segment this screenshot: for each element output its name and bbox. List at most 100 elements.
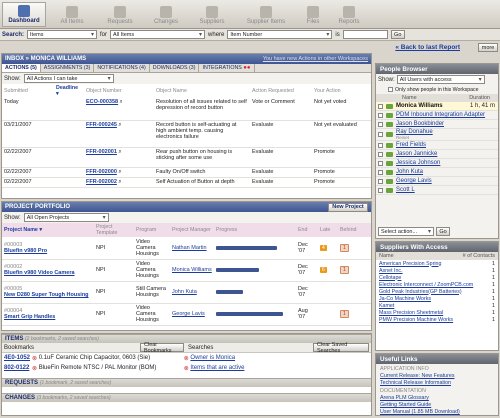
person-name[interactable]: PDM Inbound Integration Adapter	[396, 112, 485, 118]
nav-tab-dashboard[interactable]: Dashboard	[2, 2, 46, 27]
person-name[interactable]: Monica Williams	[396, 103, 443, 109]
tab-downloads[interactable]: DOWNLOADS (3)	[150, 64, 200, 72]
person-checkbox[interactable]	[378, 121, 383, 127]
table-row[interactable]: #00003 Bluefin v980 Pro NPI Video Camera Ho…	[2, 237, 371, 260]
person-name[interactable]: Jessica Johnson	[396, 160, 440, 166]
clear-searches-button[interactable]: Clear Saved Searches	[313, 342, 369, 354]
person-checkbox[interactable]	[378, 132, 383, 137]
list-item[interactable]: Monica Williams 1 h, 41 m	[376, 102, 498, 111]
col-action-requested[interactable]: Action Requested	[250, 84, 312, 98]
nav-tab-files[interactable]: Files	[298, 2, 328, 27]
list-item[interactable]: Gold Peak Industries(GP Batteries) 1	[376, 288, 498, 295]
search-icon[interactable]: ⌕	[118, 179, 121, 185]
search-go-button[interactable]: Go	[390, 30, 405, 39]
nav-tab-requests[interactable]: Requests	[98, 2, 142, 27]
supplier-link[interactable]: American Precision Spring	[379, 261, 492, 267]
table-row[interactable]: 02/22/2007 FFR-002002 ⌕ Self Actuation of …	[2, 177, 371, 188]
list-item[interactable]: Kamet 1	[376, 302, 498, 309]
getting-started-link[interactable]: Getting Started Guide	[380, 402, 494, 409]
col-program[interactable]: Program	[134, 223, 170, 237]
changes-header[interactable]: CHANGES (3 bookmarks, 2 saved searches)	[2, 393, 371, 402]
tab-assignments[interactable]: ASSIGNMENTS (3)	[41, 64, 95, 72]
object-number-link[interactable]: ECO-000358	[86, 99, 118, 105]
person-name[interactable]: Scott L	[396, 187, 415, 193]
nav-tab-reports[interactable]: Reports	[330, 2, 368, 27]
more-button[interactable]: more	[478, 43, 498, 52]
supplier-link[interactable]: Asnet Inc.	[379, 268, 492, 274]
portfolio-filter-select[interactable]: All Open Projects	[23, 213, 109, 222]
person-checkbox[interactable]	[378, 103, 383, 109]
object-number-link[interactable]: FFR-002001	[86, 149, 117, 155]
glossary-link[interactable]: Arena PLM Glossary	[380, 395, 494, 402]
manager-link[interactable]: John Kuta	[172, 289, 197, 295]
project-link[interactable]: New D280 Super Tough Housing	[4, 292, 92, 298]
nav-tab-supplier-items[interactable]: Supplier Items	[238, 2, 294, 27]
delete-icon[interactable]: ⊗	[184, 355, 189, 362]
items-header[interactable]: ITEMS (2 bookmarks, 2 saved searches)	[2, 334, 371, 343]
project-link[interactable]: Bluefin v980 Pro	[4, 248, 92, 254]
person-checkbox[interactable]	[378, 169, 383, 175]
person-checkbox[interactable]	[378, 187, 383, 193]
person-name[interactable]: George Lavis	[396, 178, 432, 184]
search-icon[interactable]: ⌕	[118, 169, 121, 175]
project-link[interactable]: Bluefin v980 Video Camera	[4, 270, 92, 276]
person-name[interactable]: Fred Fields	[396, 142, 426, 148]
list-item[interactable]: American Precision Spring 1	[376, 260, 498, 267]
delete-icon[interactable]: ⊗	[184, 365, 189, 372]
search-icon[interactable]: ⌕	[118, 122, 121, 128]
table-row[interactable]: 03/21/2007 FFR-000245 ⌕ Record button is s…	[2, 120, 371, 148]
col-object-name[interactable]: Object Name	[154, 84, 250, 98]
person-checkbox[interactable]	[378, 151, 383, 157]
col-object-number[interactable]: Object Number	[84, 84, 154, 98]
table-row[interactable]: Today ECO-000358 ⌕ Resolution of all issue…	[2, 98, 371, 121]
table-row[interactable]: 02/22/2007 FFR-002001 ⌕ Rear push button o…	[2, 147, 371, 168]
tab-notifications[interactable]: NOTIFICATIONS (4)	[94, 64, 150, 72]
search-field-select[interactable]: Item Number	[227, 30, 333, 39]
search-icon[interactable]: ⌕	[118, 149, 121, 155]
list-item[interactable]: Ja-Co Machine Works 1	[376, 295, 498, 302]
manager-link[interactable]: Nathan Martin	[172, 245, 207, 251]
col-template[interactable]: Project Template	[94, 223, 134, 237]
delete-icon[interactable]: ⊗	[32, 355, 37, 362]
supplier-link[interactable]: Mass Precision Sheetmetal	[379, 310, 492, 316]
new-project-button[interactable]: New Project	[328, 202, 368, 212]
person-checkbox[interactable]	[378, 112, 383, 118]
delete-icon[interactable]: ⊗	[32, 365, 37, 372]
search-input[interactable]	[342, 30, 388, 39]
list-item[interactable]: Asnet Inc. 1	[376, 267, 498, 274]
supplier-link[interactable]: PMW Precision Machine Works	[379, 317, 492, 323]
search-type-select[interactable]: Items	[27, 30, 98, 39]
list-item[interactable]: Jason Jannicke	[376, 150, 498, 159]
list-item[interactable]: Ray Donahue Reinet	[376, 129, 498, 141]
supplier-link[interactable]: Electronic Interconnect / ZoomPCB.com	[379, 282, 492, 288]
list-item[interactable]: John Kuta	[376, 168, 498, 177]
supplier-link[interactable]: Gold Peak Industries(GP Batteries)	[379, 289, 492, 295]
search-scope-select[interactable]: All Items	[110, 30, 206, 39]
tab-integrations[interactable]: INTEGRATIONS ●●	[199, 64, 255, 72]
people-filter-select[interactable]: All Users with access	[396, 75, 485, 84]
supplier-link[interactable]: Kamet	[379, 303, 492, 309]
person-checkbox[interactable]	[378, 160, 383, 166]
manager-link[interactable]: George Lavis	[172, 311, 205, 317]
table-row[interactable]: #00004 Smart Grip Handles NPI Video Camera …	[2, 303, 371, 326]
object-number-link[interactable]: FFR-002002	[86, 179, 117, 185]
inbox-notice-link[interactable]: You have new Actions in other Workspaces	[263, 56, 368, 62]
release-features-link[interactable]: Current Release: New Features	[380, 373, 494, 380]
nav-tab-suppliers[interactable]: Suppliers	[190, 2, 234, 27]
col-project-name[interactable]: Project Name ▾	[2, 223, 94, 237]
person-name[interactable]: Jason Bookbinder	[396, 121, 444, 127]
person-checkbox[interactable]	[378, 178, 383, 184]
nav-tab-changes[interactable]: Changes	[146, 2, 186, 27]
col-behind[interactable]: Behind	[338, 223, 371, 237]
col-progress[interactable]: Progress	[214, 223, 296, 237]
col-late[interactable]: Late	[318, 223, 338, 237]
list-item[interactable]: Cellotape 1	[376, 274, 498, 281]
table-row[interactable]: #00005 New D280 Super Tough Housing NPI Sti…	[2, 281, 371, 304]
person-name[interactable]: John Kuta	[396, 169, 423, 175]
col-manager[interactable]: Project Manager	[170, 223, 214, 237]
people-go-button[interactable]: Go	[436, 227, 450, 236]
list-item[interactable]: 4E0-1052 ⊗ 0.1uF Ceramic Chip Capacitor, …	[2, 353, 371, 363]
col-deadline[interactable]: Deadline ▾	[54, 84, 84, 98]
list-item[interactable]: Jason Bookbinder	[376, 120, 498, 129]
supplier-link[interactable]: Cellotape	[379, 275, 492, 281]
